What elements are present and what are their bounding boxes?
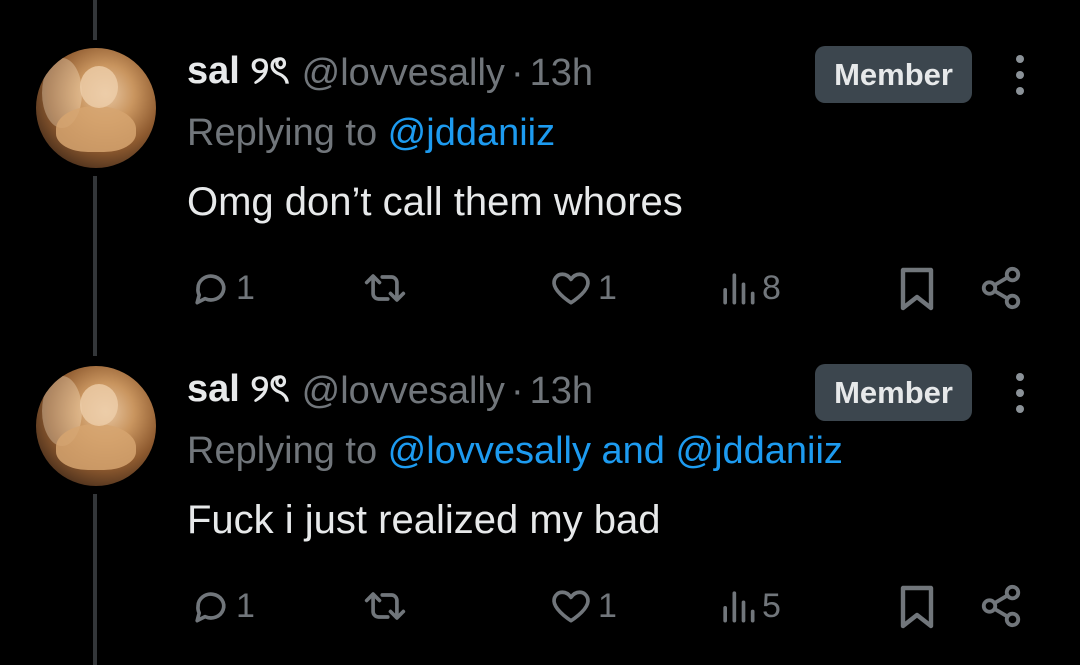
tweet-text: Fuck i just realized my bad (187, 498, 661, 542)
bar-chart-icon (723, 273, 755, 305)
share-icon (981, 584, 1021, 628)
more-options-icon[interactable] (1007, 55, 1033, 95)
replying-to-mention[interactable]: @jddaniiz (388, 112, 555, 154)
views-count: 8 (762, 268, 781, 307)
replying-prefix: Replying to (187, 112, 388, 154)
action-bar: 1 1 8 (0, 262, 1080, 314)
tweet-header: sal ୨ৎ @lovvesally · 13h (187, 48, 593, 98)
reply-count: 1 (236, 268, 255, 307)
member-badge[interactable]: Member (815, 46, 972, 103)
reply-count: 1 (236, 586, 255, 625)
bookmark-button[interactable] (897, 262, 937, 314)
repost-button[interactable] (360, 262, 410, 314)
like-button[interactable]: 1 (548, 262, 617, 314)
repost-button[interactable] (360, 580, 410, 632)
tweet-text: Omg don’t call them whores (187, 180, 683, 224)
avatar[interactable] (36, 366, 156, 486)
replying-prefix: Replying to (187, 430, 388, 472)
replying-to: Replying to @jddaniiz (187, 112, 555, 155)
repost-icon (364, 274, 406, 302)
separator-dot: · (510, 369, 524, 412)
share-button[interactable] (978, 262, 1024, 314)
reply-icon (195, 592, 226, 623)
separator-dot: · (510, 51, 524, 94)
bookmark-icon (900, 267, 934, 311)
avatar[interactable] (36, 48, 156, 168)
views-count: 5 (762, 586, 781, 625)
like-count: 1 (598, 586, 617, 625)
timestamp[interactable]: 13h (530, 52, 593, 95)
share-icon (981, 266, 1021, 310)
heart-icon (552, 590, 590, 623)
reply-button[interactable]: 1 (188, 580, 255, 632)
tweet-header: sal ୨ৎ @lovvesally · 13h (187, 366, 593, 416)
member-badge[interactable]: Member (815, 364, 972, 421)
timestamp[interactable]: 13h (530, 370, 593, 413)
reply-icon (195, 274, 226, 305)
reply-button[interactable]: 1 (188, 262, 255, 314)
bookmark-icon (900, 585, 934, 629)
tweet[interactable]: sal ୨ৎ @lovvesally · 13h Member Replying… (0, 0, 1080, 318)
action-bar: 1 1 5 (0, 580, 1080, 632)
repost-icon (364, 592, 406, 620)
display-name[interactable]: sal ୨ৎ (187, 359, 290, 423)
bookmark-button[interactable] (897, 580, 937, 632)
replying-to: Replying to @lovvesally and @jddaniiz (187, 430, 843, 473)
user-handle[interactable]: @lovvesally (302, 370, 505, 413)
bar-chart-icon (723, 591, 755, 623)
like-button[interactable]: 1 (548, 580, 617, 632)
views-button[interactable]: 8 (718, 262, 781, 314)
tweet[interactable]: sal ୨ৎ @lovvesally · 13h Member Replying… (0, 318, 1080, 636)
share-button[interactable] (978, 580, 1024, 632)
heart-icon (552, 272, 590, 305)
views-button[interactable]: 5 (718, 580, 781, 632)
user-handle[interactable]: @lovvesally (302, 52, 505, 95)
more-options-icon[interactable] (1007, 373, 1033, 413)
replying-to-mention[interactable]: @lovvesally and @jddaniiz (388, 430, 843, 472)
display-name[interactable]: sal ୨ৎ (187, 41, 290, 105)
like-count: 1 (598, 268, 617, 307)
